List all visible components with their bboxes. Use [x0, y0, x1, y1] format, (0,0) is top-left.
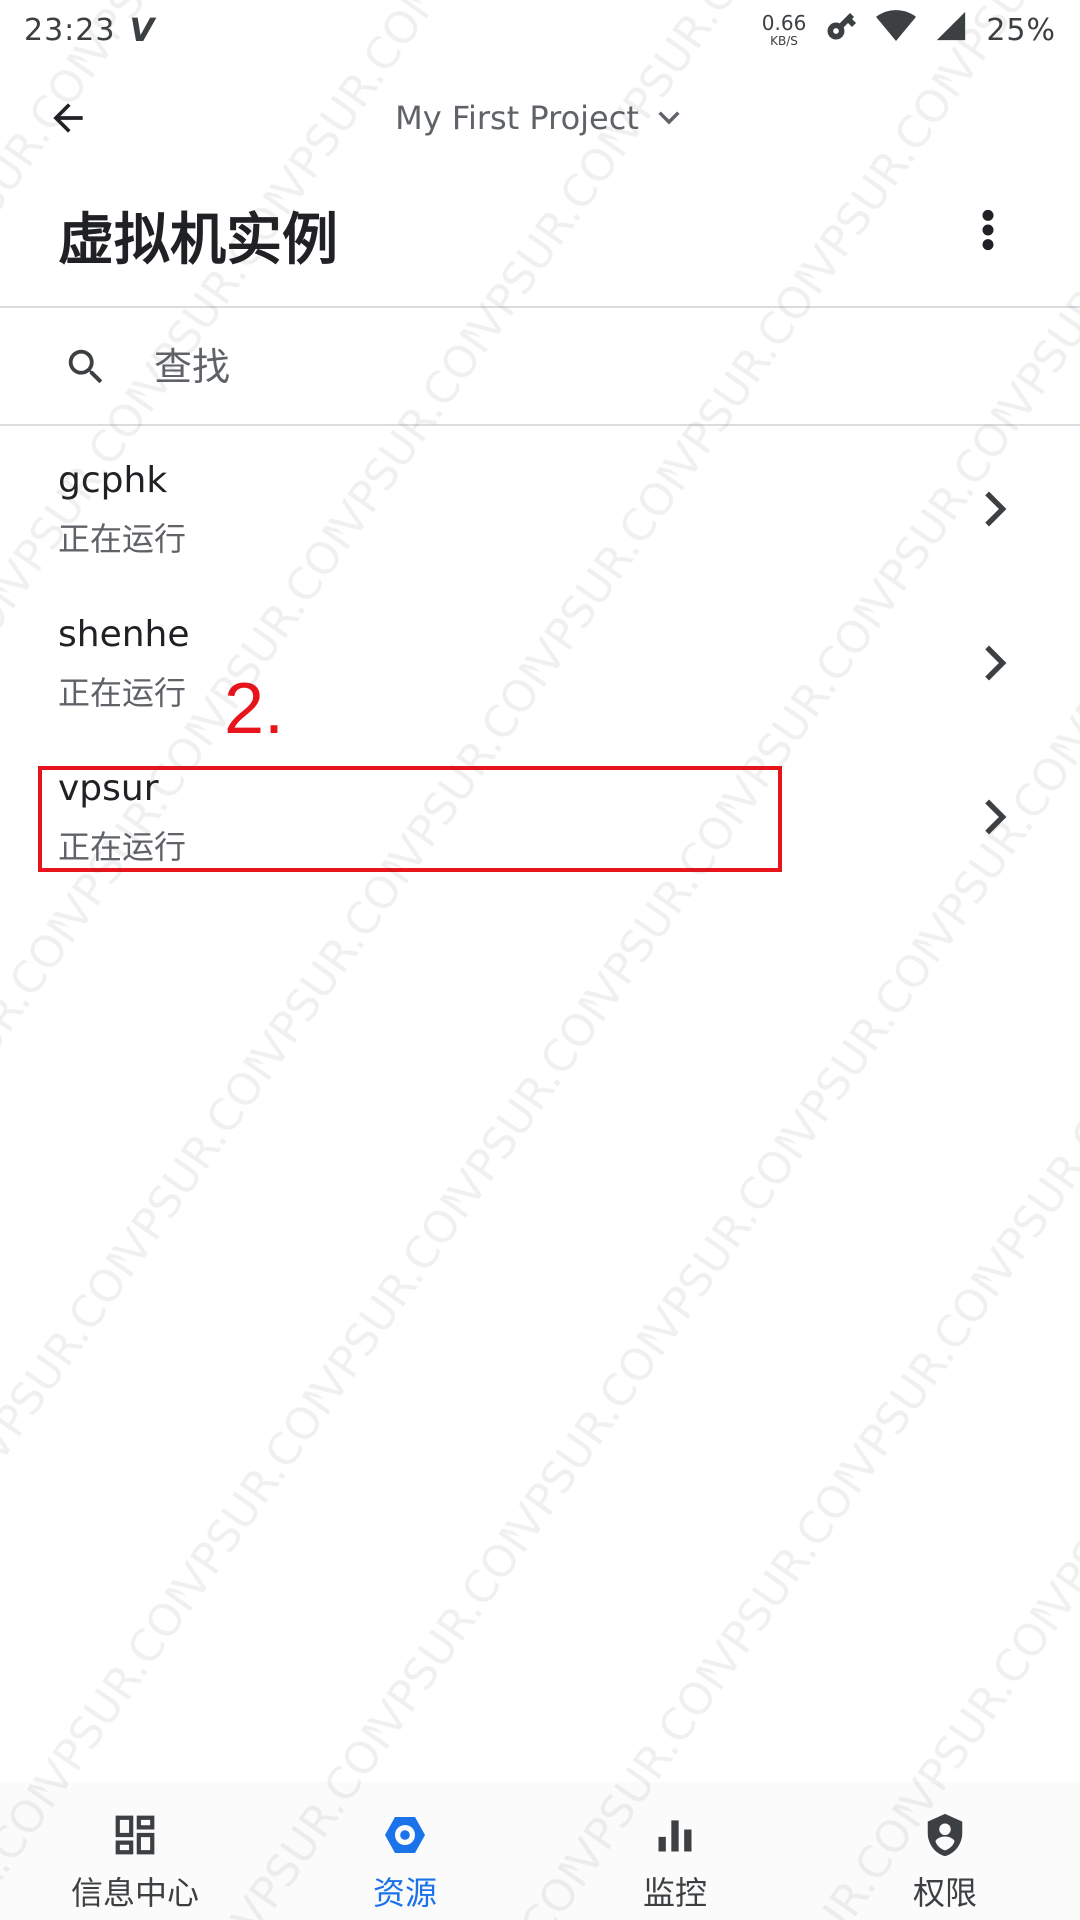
carrier-icon: V: [129, 11, 155, 49]
nav-label: 资源: [372, 1874, 437, 1912]
watermark-pattern: VPSUR.COM: [0, 0, 1080, 1920]
nav-item-resources[interactable]: 资源: [270, 1782, 540, 1920]
nav-label: 信息中心: [70, 1874, 199, 1912]
nav-item-monitoring[interactable]: 监控: [540, 1782, 810, 1920]
status-time: 23:23: [24, 12, 116, 48]
divider: [0, 306, 1080, 308]
bottom-navigation: 信息中心 资源 监控 权限: [0, 1782, 1080, 1920]
signal-icon: [934, 9, 968, 51]
chevron-down-icon: [653, 102, 685, 134]
instance-name: shenhe: [58, 614, 190, 655]
page-title: 虚拟机实例: [58, 208, 338, 273]
back-button[interactable]: [40, 90, 96, 146]
status-icons: 0.66 KB/S 25%: [762, 8, 1056, 52]
nav-label: 监控: [642, 1874, 707, 1912]
project-selector[interactable]: My First Project: [395, 99, 685, 137]
key-icon: [824, 9, 858, 51]
network-speed: 0.66 KB/S: [762, 13, 807, 47]
shield-person-icon: [920, 1810, 970, 1860]
chevron-right-icon: [978, 638, 1014, 688]
search-input[interactable]: [154, 345, 854, 389]
instance-status: 正在运行: [58, 520, 187, 558]
network-speed-unit: KB/S: [770, 34, 798, 48]
project-name: My First Project: [395, 98, 639, 137]
annotation-highlight-box: [38, 766, 782, 872]
instance-name: gcphk: [58, 460, 168, 501]
instance-status: 正在运行: [58, 674, 187, 712]
search-icon: [62, 343, 110, 391]
search-bar: [0, 312, 1080, 422]
dashboard-icon: [110, 1810, 160, 1860]
more-options-button[interactable]: [968, 198, 1008, 262]
more-vert-icon: [982, 209, 994, 251]
arrow-back-icon: [53, 103, 83, 133]
status-bar: 23:23 V 0.66 KB/S 25%: [0, 0, 1080, 60]
network-speed-value: 0.66: [761, 11, 807, 35]
nav-item-permissions[interactable]: 权限: [810, 1782, 1080, 1920]
chevron-right-icon: [978, 792, 1014, 842]
cloud-hexagon-icon: [380, 1810, 430, 1860]
annotation-step-label: 2.: [224, 669, 285, 749]
bar-chart-icon: [650, 1810, 700, 1860]
nav-label: 权限: [912, 1874, 977, 1912]
divider: [0, 424, 1080, 426]
nav-item-dashboard[interactable]: 信息中心: [0, 1782, 270, 1920]
list-item[interactable]: gcphk 正在运行: [0, 440, 1080, 594]
list-item[interactable]: shenhe 正在运行: [0, 594, 1080, 748]
watermark: VPSUR.COM: [0, 0, 1080, 1920]
app-bar: My First Project: [0, 60, 1080, 175]
battery-level: 25%: [986, 12, 1056, 48]
chevron-right-icon: [978, 484, 1014, 534]
wifi-icon: [876, 8, 917, 52]
